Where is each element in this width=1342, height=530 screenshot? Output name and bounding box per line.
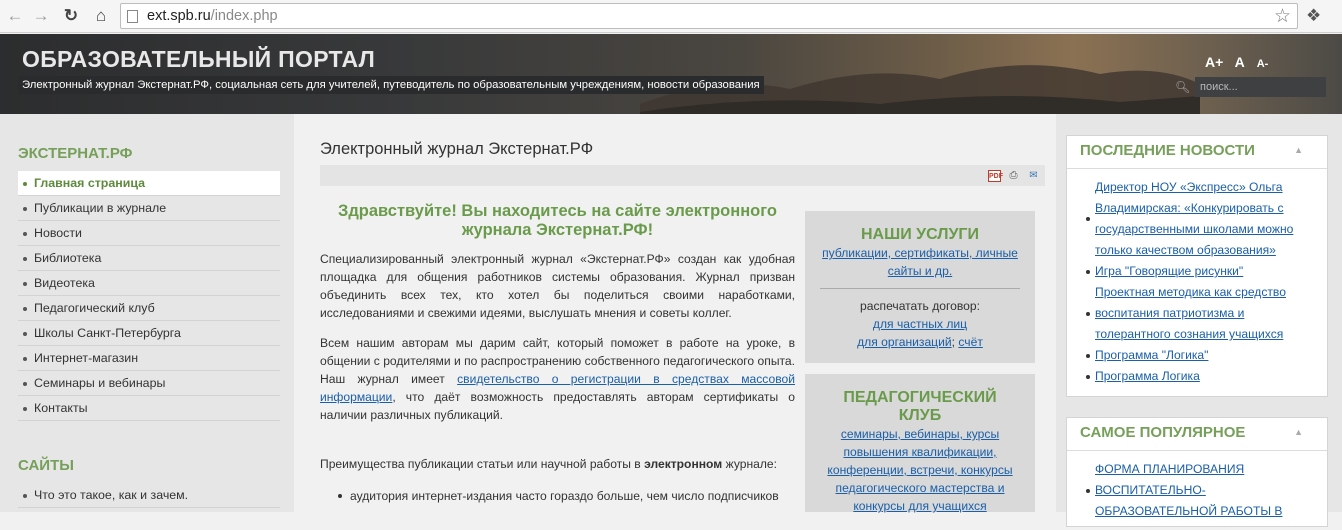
news-link[interactable]: Программа Логика: [1095, 369, 1200, 383]
list-item: Директор НОУ «Экспресс» Ольга Владимирск…: [1086, 177, 1317, 261]
main-menu: Главная страница Публикации в журнале Но…: [18, 171, 280, 421]
benefits-intro-start: Преимущества публикации статьи или научн…: [320, 457, 645, 471]
menu-item-seminars[interactable]: Семинары и вебинары: [18, 371, 280, 396]
menu-item-videos[interactable]: Видеотека: [18, 271, 280, 296]
font-increase-button[interactable]: A+: [1205, 54, 1223, 70]
popular-box: САМОЕ ПОПУЛЯРНОЕ ▲ ФОРМА ПЛАНИРОВАНИЯ ВОС…: [1066, 417, 1328, 527]
menu-item-library[interactable]: Библиотека: [18, 246, 280, 271]
extension-icon[interactable]: ❖: [1306, 6, 1321, 26]
authors-paragraph: Всем нашим авторам мы дарим сайт, которы…: [320, 334, 795, 424]
list-item: Проектная методика как средство воспитан…: [1086, 282, 1317, 345]
article-toolbar: [320, 165, 1045, 186]
latest-news-title-text: ПОСЛЕДНИЕ НОВОСТИ: [1080, 142, 1255, 159]
contract-private-link[interactable]: для частных лиц: [873, 317, 967, 331]
email-icon[interactable]: ✉: [1027, 170, 1040, 182]
font-size-controls: A+ A A-: [1205, 54, 1276, 70]
menu-item-contacts[interactable]: Контакты: [18, 396, 280, 421]
contract-label: распечатать договор:: [860, 299, 980, 313]
popular-list: ФОРМА ПЛАНИРОВАНИЯ ВОСПИТАТЕЛЬНО-ОБРАЗОВ…: [1067, 451, 1327, 530]
list-item: Программа "Логика": [1086, 345, 1317, 366]
invoice-link[interactable]: счёт: [958, 335, 982, 349]
url-path: /index.php: [210, 8, 278, 24]
site-tagline: Электронный журнал Экстернат.РФ, социаль…: [18, 76, 764, 94]
menu-item-news[interactable]: Новости: [18, 221, 280, 246]
news-link[interactable]: Программа "Логика": [1095, 348, 1208, 362]
menu-item-publications[interactable]: Публикации в журнале: [18, 196, 280, 221]
benefits-intro: Преимущества публикации статьи или научн…: [320, 455, 795, 473]
address-bar[interactable]: ext.spb.ru/index.php ☆: [120, 3, 1298, 29]
page-title: Электронный журнал Экстернат.РФ: [320, 140, 594, 158]
services-title: НАШИ УСЛУГИ: [861, 226, 979, 243]
pdf-icon[interactable]: PDF: [988, 170, 1003, 182]
menu-item-shop[interactable]: Интернет-магазин: [18, 346, 280, 371]
list-item: аудитория интернет-издания часто гораздо…: [336, 487, 796, 505]
menu-item-schools[interactable]: Школы Санкт-Петербурга: [18, 321, 280, 346]
list-item: Игра "Говорящие рисунки": [1086, 261, 1317, 282]
popular-title-text: САМОЕ ПОПУЛЯРНОЕ: [1080, 424, 1246, 441]
url-text: ext.spb.ru/index.php: [147, 8, 278, 24]
divider: [820, 288, 1020, 289]
url-host: ext.spb.ru: [147, 8, 211, 24]
reload-icon[interactable]: ↻: [60, 5, 82, 27]
font-reset-button[interactable]: A: [1235, 54, 1245, 70]
bookmark-star-icon[interactable]: ☆: [1274, 5, 1291, 28]
forward-icon[interactable]: →: [30, 5, 52, 27]
club-link[interactable]: семинары, вебинары, курсы повышения квал…: [827, 427, 1012, 513]
benefits-list: аудитория интернет-издания часто гораздо…: [336, 487, 796, 505]
benefits-intro-end: журнале:: [722, 457, 778, 471]
sidebar-section-title-sites: САЙТЫ: [18, 457, 74, 474]
news-link[interactable]: Директор НОУ «Экспресс» Ольга Владимирск…: [1095, 180, 1293, 257]
authors-text-end: , что даёт возможность предоставлять авт…: [320, 390, 795, 422]
search-icon: 🔍︎: [1175, 80, 1191, 94]
menu-item-home[interactable]: Главная страница: [18, 171, 280, 196]
menu-item-club[interactable]: Педагогический клуб: [18, 296, 280, 321]
club-title: ПЕДАГОГИЧЕСКИЙ КЛУБ: [843, 389, 997, 424]
contract-org-link[interactable]: для организаций: [857, 335, 952, 349]
news-link[interactable]: Проектная методика как средство воспитан…: [1095, 285, 1286, 341]
separator: ;: [951, 335, 955, 349]
news-list: Директор НОУ «Экспресс» Ольга Владимирск…: [1067, 169, 1327, 395]
home-icon[interactable]: ⌂: [90, 5, 112, 27]
header-landscape-image: [640, 65, 1200, 114]
back-icon[interactable]: ←: [4, 5, 26, 27]
latest-news-title: ПОСЛЕДНИЕ НОВОСТИ ▲: [1067, 136, 1327, 169]
benefits-intro-bold: электронном: [644, 457, 723, 471]
club-box: ПЕДАГОГИЧЕСКИЙ КЛУБ семинары, вебинары, …: [805, 374, 1035, 513]
services-link[interactable]: публикации, сертификаты, личные сайты и …: [822, 246, 1018, 278]
news-link[interactable]: Игра "Говорящие рисунки": [1095, 264, 1243, 278]
site-title[interactable]: ОБРАЗОВАТЕЛЬНЫЙ ПОРТАЛ: [22, 46, 375, 73]
sites-menu: Что это такое, как и зачем.: [18, 483, 280, 508]
browser-toolbar: ← → ↻ ⌂ ext.spb.ru/index.php ☆ ❖: [0, 0, 1342, 33]
sidebar-section-title: ЭКСТЕРНАТ.РФ: [18, 145, 133, 162]
welcome-heading: Здравствуйте! Вы находитесь на сайте эле…: [337, 202, 777, 239]
search-input[interactable]: [1195, 77, 1326, 97]
popular-link[interactable]: ФОРМА ПЛАНИРОВАНИЯ ВОСПИТАТЕЛЬНО-ОБРАЗОВ…: [1095, 462, 1282, 518]
list-item: Программа Логика: [1086, 366, 1317, 387]
popular-title: САМОЕ ПОПУЛЯРНОЕ ▲: [1067, 418, 1327, 451]
page-icon: [127, 10, 138, 23]
menu-item-what-is[interactable]: Что это такое, как и зачем.: [18, 483, 280, 508]
print-icon[interactable]: ⎙: [1007, 170, 1020, 182]
list-item: ФОРМА ПЛАНИРОВАНИЯ ВОСПИТАТЕЛЬНО-ОБРАЗОВ…: [1086, 459, 1317, 522]
collapse-icon[interactable]: ▲: [1294, 145, 1303, 155]
services-box: НАШИ УСЛУГИ публикации, сертификаты, лич…: [805, 211, 1035, 363]
font-decrease-button[interactable]: A-: [1257, 58, 1269, 70]
latest-news-box: ПОСЛЕДНИЕ НОВОСТИ ▲ Директор НОУ «Экспрес…: [1066, 135, 1328, 397]
intro-paragraph: Специализированный электронный журнал «Э…: [320, 252, 795, 320]
collapse-icon[interactable]: ▲: [1294, 427, 1303, 437]
